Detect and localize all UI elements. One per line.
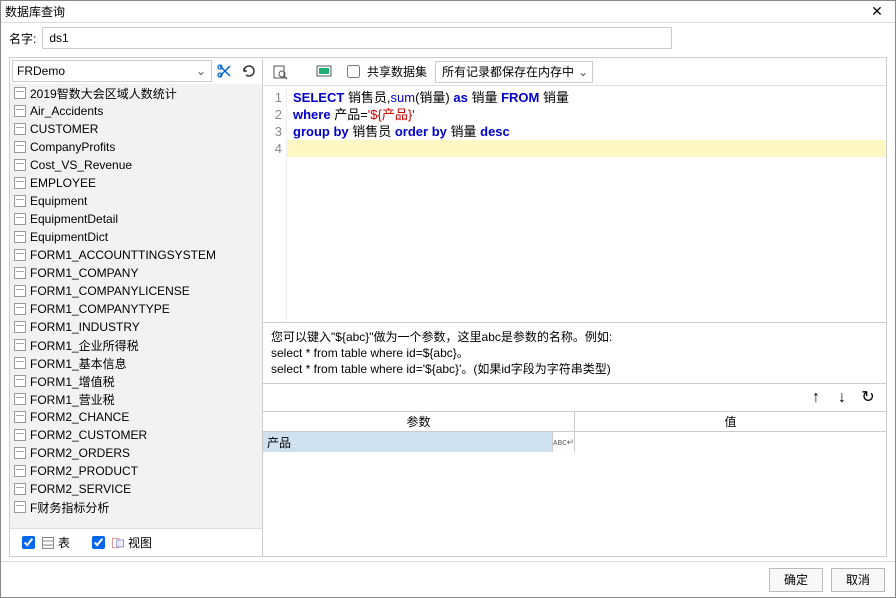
help-text: 您可以键入"${abc}"做为一个参数，这里abc是参数的名称。例如: sele… [263, 322, 886, 383]
table-item[interactable]: EquipmentDetail [10, 210, 262, 228]
table-item[interactable]: FORM1_COMPANYTYPE [10, 300, 262, 318]
param-col-value: 值 [575, 412, 886, 431]
param-toolbar: ↑ ↓ ↻ [263, 383, 886, 411]
table-checkbox[interactable]: 表 [18, 533, 70, 552]
cancel-button[interactable]: 取消 [831, 568, 885, 592]
table-icon [14, 159, 26, 171]
table-icon [14, 501, 26, 513]
arrow-down-icon[interactable]: ↓ [834, 390, 850, 406]
window-title: 数据库查询 [5, 3, 863, 20]
param-row[interactable]: 产品ᴀʙᴄ↵ [263, 432, 886, 452]
table-icon [14, 285, 26, 297]
table-icon [14, 177, 26, 189]
right-panel: 共享数据集 所有记录都保存在内存中 ⌄ 1234 SELECT 销售员,sum(… [263, 57, 887, 557]
table-list[interactable]: 2019智数大会区域人数统计Air_AccidentsCUSTOMERCompa… [10, 84, 262, 528]
table-icon [14, 213, 26, 225]
refresh-icon[interactable] [238, 60, 260, 82]
view-icon [112, 537, 124, 549]
table-item[interactable]: FORM2_PRODUCT [10, 462, 262, 480]
ok-button[interactable]: 确定 [769, 568, 823, 592]
view-checkbox[interactable]: 视图 [88, 533, 152, 552]
table-item[interactable]: FORM2_CUSTOMER [10, 426, 262, 444]
table-item[interactable]: EMPLOYEE [10, 174, 262, 192]
name-label: 名字: [9, 30, 36, 47]
table-icon [14, 267, 26, 279]
table-item[interactable]: FORM1_COMPANYLICENSE [10, 282, 262, 300]
table-icon [14, 321, 26, 333]
table-item[interactable]: FORM1_基本信息 [10, 354, 262, 372]
chevron-down-icon: ⌄ [576, 62, 590, 82]
table-icon [14, 339, 26, 351]
table-icon [14, 447, 26, 459]
share-checkbox[interactable]: 共享数据集 [343, 62, 427, 81]
table-item[interactable]: CUSTOMER [10, 120, 262, 138]
table-icon [14, 357, 26, 369]
screen-icon[interactable] [313, 61, 335, 83]
table-item[interactable]: 2019智数大会区域人数统计 [10, 84, 262, 102]
table-item[interactable]: FORM1_INDUSTRY [10, 318, 262, 336]
close-icon[interactable]: ✕ [863, 3, 891, 20]
table-item[interactable]: FORM1_ACCOUNTTINGSYSTEM [10, 246, 262, 264]
table-item[interactable]: Cost_VS_Revenue [10, 156, 262, 174]
name-row: 名字: [1, 23, 895, 53]
param-type-cell[interactable]: ᴀʙᴄ↵ [553, 432, 575, 452]
table-item[interactable]: F财务指标分析 [10, 498, 262, 516]
sql-code[interactable]: SELECT 销售员,sum(销量) as 销量 FROM 销量where 产品… [287, 86, 886, 322]
table-item[interactable]: FORM1_企业所得税 [10, 336, 262, 354]
table-icon [14, 411, 26, 423]
table-icon [14, 231, 26, 243]
table-icon [14, 195, 26, 207]
table-item[interactable]: Air_Accidents [10, 102, 262, 120]
arrow-up-icon[interactable]: ↑ [808, 390, 824, 406]
table-icon [14, 483, 26, 495]
titlebar: 数据库查询 ✕ [1, 1, 895, 23]
name-input[interactable] [42, 27, 672, 49]
param-table: 参数 值 产品ᴀʙᴄ↵ [263, 411, 886, 556]
table-item[interactable]: FORM1_营业税 [10, 390, 262, 408]
table-item[interactable]: CompanyProfits [10, 138, 262, 156]
param-col-name: 参数 [263, 412, 575, 431]
line-gutter: 1234 [263, 86, 287, 322]
datasource-combo[interactable]: FRDemo ⌄ [12, 60, 212, 82]
sql-toolbar: 共享数据集 所有记录都保存在内存中 ⌄ [263, 58, 886, 86]
table-item[interactable]: Equipment [10, 192, 262, 210]
table-icon [14, 141, 26, 153]
table-icon [14, 303, 26, 315]
table-item[interactable]: FORM2_ORDERS [10, 444, 262, 462]
refresh-icon[interactable]: ↻ [860, 390, 876, 406]
table-icon [14, 375, 26, 387]
chevron-down-icon: ⌄ [193, 63, 209, 79]
param-name-cell[interactable]: 产品 [263, 432, 553, 452]
table-icon [14, 429, 26, 441]
scissors-icon[interactable] [214, 60, 236, 82]
table-item[interactable]: FORM1_COMPANY [10, 264, 262, 282]
table-icon [14, 249, 26, 261]
table-icon [14, 87, 26, 99]
dialog-window: 数据库查询 ✕ 名字: FRDemo ⌄ 2019智数大会区域人数统计Air_A… [0, 0, 896, 598]
param-value-cell[interactable] [575, 432, 886, 452]
table-icon [14, 465, 26, 477]
table-icon [14, 105, 26, 117]
left-panel: FRDemo ⌄ 2019智数大会区域人数统计Air_AccidentsCUST… [9, 57, 263, 557]
table-item[interactable]: EquipmentDict [10, 228, 262, 246]
table-icon [14, 123, 26, 135]
table-icon [14, 393, 26, 405]
table-item[interactable]: FORM2_CHANCE [10, 408, 262, 426]
table-icon [42, 537, 54, 549]
preview-icon[interactable] [269, 61, 291, 83]
records-combo[interactable]: 所有记录都保存在内存中 ⌄ [435, 61, 593, 83]
table-item[interactable]: FORM2_SERVICE [10, 480, 262, 498]
dialog-footer: 确定 取消 [1, 561, 895, 597]
sql-editor[interactable]: 1234 SELECT 销售员,sum(销量) as 销量 FROM 销量whe… [263, 86, 886, 322]
table-item[interactable]: FORM1_增值税 [10, 372, 262, 390]
